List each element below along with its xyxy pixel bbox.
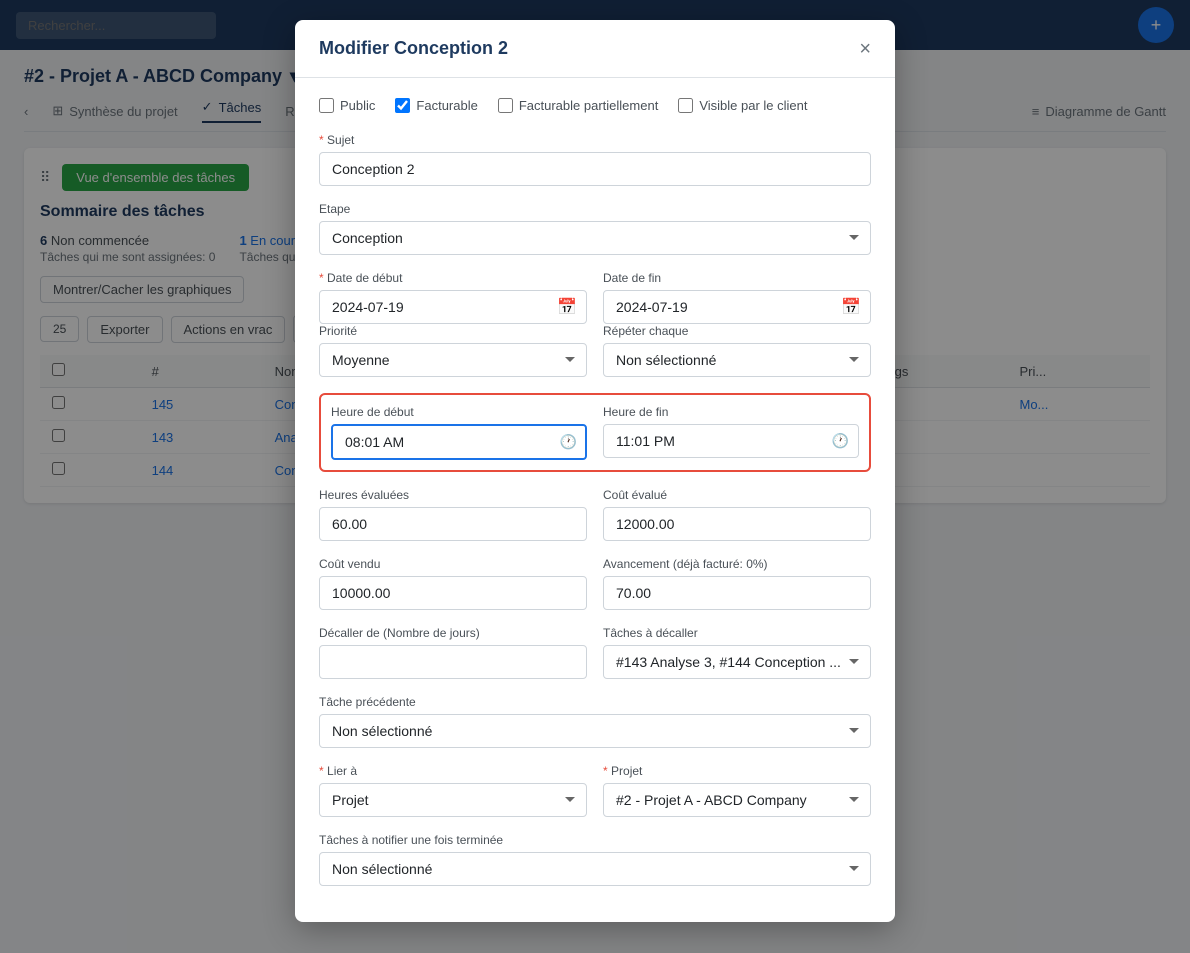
cout-evalue-field: Coût évalué [603, 488, 871, 541]
priorite-repeter-row: Priorité Moyenne Répéter chaque Non séle… [319, 324, 871, 377]
heures-evaluees-input[interactable] [319, 507, 587, 541]
heures-evaluees-field: Heures évaluées [319, 488, 587, 541]
taches-notifier-select[interactable]: Non sélectionné [319, 852, 871, 886]
clock-icon: 🕐 [560, 434, 577, 451]
modal-overlay: Modifier Conception 2 × Public Facturabl… [0, 0, 1190, 953]
decaller-label: Décaller de (Nombre de jours) [319, 626, 587, 640]
taches-decaller-field: Tâches à décaller #143 Analyse 3, #144 C… [603, 626, 871, 679]
date-fin-field: Date de fin 📅 [603, 271, 871, 324]
taches-decaller-label: Tâches à décaller [603, 626, 871, 640]
projet-field: Projet #2 - Projet A - ABCD Company [603, 764, 871, 817]
projet-label: Projet [603, 764, 871, 778]
heure-fin-input[interactable] [603, 424, 859, 458]
modal-header: Modifier Conception 2 × [295, 20, 895, 78]
lier-a-select[interactable]: Projet [319, 783, 587, 817]
sujet-field: Sujet [319, 133, 871, 186]
heure-fin-label: Heure de fin [603, 405, 859, 419]
avancement-field: Avancement (déjà facturé: 0%) [603, 557, 871, 610]
modal-dialog: Modifier Conception 2 × Public Facturabl… [295, 20, 895, 922]
facturable-partiellement-checkbox[interactable] [498, 98, 513, 113]
tache-precedente-select[interactable]: Non sélectionné [319, 714, 871, 748]
priorite-select[interactable]: Moyenne [319, 343, 587, 377]
priorite-field: Priorité Moyenne [319, 324, 587, 377]
date-debut-field: Date de début 📅 [319, 271, 587, 324]
cout-vendu-field: Coût vendu [319, 557, 587, 610]
sujet-input[interactable] [319, 152, 871, 186]
taches-decaller-select[interactable]: #143 Analyse 3, #144 Conception ... [603, 645, 871, 679]
cout-vendu-input[interactable] [319, 576, 587, 610]
tache-precedente-label: Tâche précédente [319, 695, 871, 709]
repeter-label: Répéter chaque [603, 324, 871, 338]
checkbox-facturable-partiellement[interactable]: Facturable partiellement [498, 98, 658, 113]
dates-row: Date de début 📅 Date de fin 📅 [319, 271, 871, 324]
cout-avancement-row: Coût vendu Avancement (déjà facturé: 0%) [319, 557, 871, 610]
lier-projet-row: Lier à Projet Projet #2 - Projet A - ABC… [319, 764, 871, 817]
checkbox-row: Public Facturable Facturable partielleme… [319, 98, 871, 113]
etape-select[interactable]: Conception [319, 221, 871, 255]
date-debut-input[interactable] [319, 290, 587, 324]
date-fin-input[interactable] [603, 290, 871, 324]
etape-field: Etape Conception [319, 202, 871, 255]
etape-label: Etape [319, 202, 871, 216]
decaller-input[interactable] [319, 645, 587, 679]
heures-evaluees-label: Heures évaluées [319, 488, 587, 502]
heures-cout-row: Heures évaluées Coût évalué [319, 488, 871, 541]
tache-precedente-field: Tâche précédente Non sélectionné [319, 695, 871, 748]
cout-evalue-input[interactable] [603, 507, 871, 541]
taches-notifier-label: Tâches à notifier une fois terminée [319, 833, 871, 847]
facturable-checkbox[interactable] [395, 98, 410, 113]
sujet-label: Sujet [319, 133, 871, 147]
lier-a-field: Lier à Projet [319, 764, 587, 817]
modal-body: Public Facturable Facturable partielleme… [295, 78, 895, 922]
public-checkbox[interactable] [319, 98, 334, 113]
heure-debut-label: Heure de début [331, 405, 587, 419]
decaller-row: Décaller de (Nombre de jours) Tâches à d… [319, 626, 871, 679]
repeter-select[interactable]: Non sélectionné [603, 343, 871, 377]
modal-title: Modifier Conception 2 [319, 38, 508, 59]
modal-close-button[interactable]: × [859, 39, 871, 59]
repeter-field: Répéter chaque Non sélectionné [603, 324, 871, 377]
checkbox-visible-client[interactable]: Visible par le client [678, 98, 807, 113]
checkbox-facturable[interactable]: Facturable [395, 98, 477, 113]
avancement-input[interactable] [603, 576, 871, 610]
clock-icon: 🕐 [832, 433, 849, 450]
heure-debut-field: Heure de début 🕐 [331, 405, 587, 460]
checkbox-public[interactable]: Public [319, 98, 375, 113]
avancement-label: Avancement (déjà facturé: 0%) [603, 557, 871, 571]
time-row: Heure de début 🕐 Heure de fin 🕐 [319, 393, 871, 472]
date-debut-label: Date de début [319, 271, 587, 285]
taches-notifier-field: Tâches à notifier une fois terminée Non … [319, 833, 871, 886]
heure-debut-input[interactable] [331, 424, 587, 460]
cout-evalue-label: Coût évalué [603, 488, 871, 502]
lier-a-label: Lier à [319, 764, 587, 778]
heure-fin-field: Heure de fin 🕐 [603, 405, 859, 460]
date-fin-label: Date de fin [603, 271, 871, 285]
decaller-field: Décaller de (Nombre de jours) [319, 626, 587, 679]
projet-select[interactable]: #2 - Projet A - ABCD Company [603, 783, 871, 817]
visible-client-checkbox[interactable] [678, 98, 693, 113]
cout-vendu-label: Coût vendu [319, 557, 587, 571]
priorite-label: Priorité [319, 324, 587, 338]
